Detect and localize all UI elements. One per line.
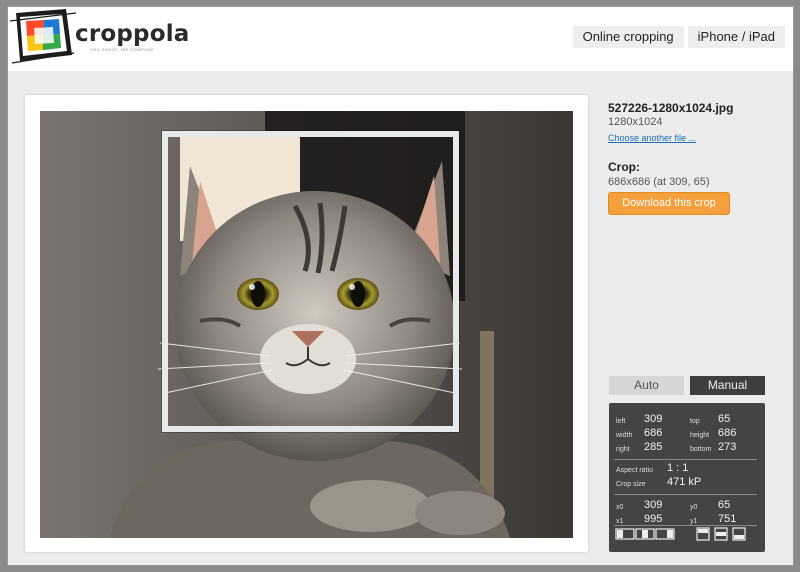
panel-divider	[614, 525, 757, 526]
x1-value[interactable]: 995	[644, 513, 662, 525]
mode-tabs: Auto Manual	[609, 376, 765, 395]
cat-photo	[40, 111, 573, 538]
tab-auto[interactable]: Auto	[609, 376, 684, 395]
align-middle-icon[interactable]	[713, 527, 729, 541]
width-label: width	[616, 432, 633, 439]
manual-crop-panel: left 309 top 65 width 686 height 686 rig…	[609, 403, 765, 552]
photo-card	[25, 95, 588, 552]
right-value[interactable]: 285	[644, 441, 662, 453]
bottom-value[interactable]: 273	[718, 441, 736, 453]
sidebar: 527226-1280x1024.jpg 1280x1024 Choose an…	[608, 101, 768, 215]
align-center-icon[interactable]	[635, 527, 655, 541]
file-dimensions: 1280x1024	[608, 116, 663, 128]
nav-online-cropping[interactable]: Online cropping	[572, 26, 684, 48]
croppola-logo-icon[interactable]	[10, 7, 76, 65]
y1-value[interactable]: 751	[718, 513, 736, 525]
crop-size-value: 471 kP	[667, 476, 702, 488]
app-window: croppola YOU SHOOT, WE COMPOSE Online cr…	[7, 6, 794, 566]
right-label: right	[616, 446, 630, 453]
panel-divider	[614, 494, 757, 495]
app-name: croppola	[75, 21, 190, 47]
file-name: 527226-1280x1024.jpg	[608, 101, 734, 115]
aspect-ratio-label: Aspect ratio	[616, 467, 653, 474]
x0-label: x0	[616, 504, 624, 511]
top-nav: Online cropping iPhone / iPad	[572, 26, 785, 48]
x0-value[interactable]: 309	[644, 499, 662, 511]
left-value[interactable]: 309	[644, 413, 662, 425]
aspect-ratio-value[interactable]: 1 : 1	[667, 462, 688, 474]
crop-info: 686x686 (at 309, 65)	[608, 176, 710, 188]
height-value[interactable]: 686	[718, 427, 736, 439]
height-label: height	[690, 432, 710, 439]
app-tagline: YOU SHOOT, WE COMPOSE	[90, 47, 155, 52]
y1-label: y1	[690, 518, 698, 525]
y0-label: y0	[690, 504, 698, 511]
download-crop-button[interactable]: Download this crop	[608, 192, 730, 215]
panel-divider	[614, 459, 757, 460]
left-label: left	[616, 418, 626, 425]
align-left-icon[interactable]	[615, 527, 635, 541]
choose-another-file-link[interactable]: Choose another file ...	[608, 133, 696, 143]
x1-label: x1	[616, 518, 624, 525]
crop-heading: Crop:	[608, 160, 640, 174]
bottom-label: bottom	[690, 446, 712, 453]
width-value[interactable]: 686	[644, 427, 662, 439]
tab-manual[interactable]: Manual	[690, 376, 765, 395]
align-right-icon[interactable]	[655, 527, 675, 541]
crop-selection-frame[interactable]	[162, 131, 459, 432]
crop-size-label: Crop size	[616, 481, 646, 488]
top-label: top	[690, 418, 700, 425]
y0-value[interactable]: 65	[718, 499, 730, 511]
align-top-icon[interactable]	[695, 527, 711, 541]
top-value[interactable]: 65	[718, 413, 730, 425]
header: croppola YOU SHOOT, WE COMPOSE Online cr…	[8, 7, 793, 71]
nav-iphone-ipad[interactable]: iPhone / iPad	[687, 26, 785, 48]
align-bottom-icon[interactable]	[731, 527, 747, 541]
